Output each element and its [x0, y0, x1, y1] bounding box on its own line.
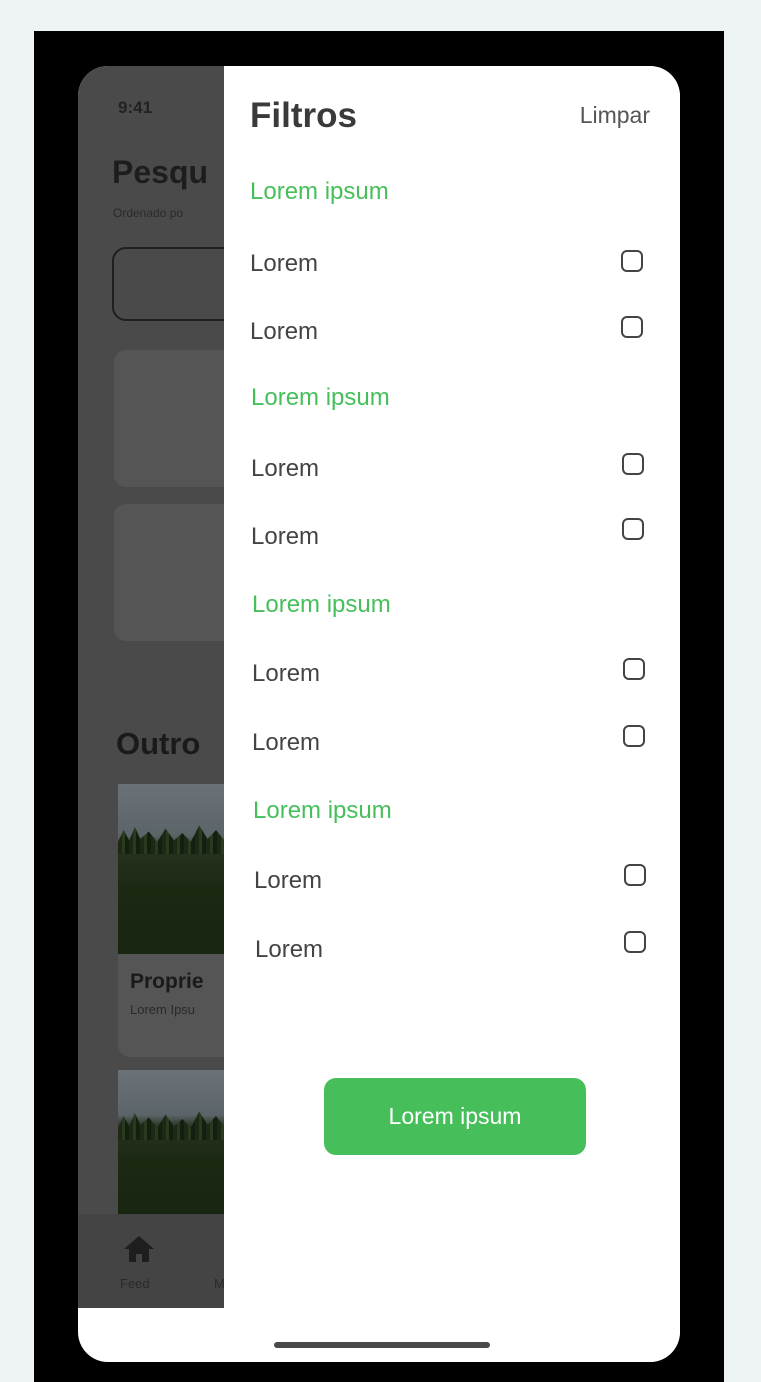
filter-checkbox[interactable]: [622, 518, 644, 540]
filter-option-label: Lorem: [254, 867, 323, 894]
filter-checkbox[interactable]: [622, 453, 644, 475]
section-title: Outro: [116, 726, 201, 761]
background-app-overlay[interactable]: 9:41 Pesqu Ordenado po Outro Proprie Lor…: [78, 66, 238, 1308]
property-subtitle: Lorem Ipsu: [130, 1002, 196, 1017]
property-photo[interactable]: [118, 1070, 238, 1220]
filter-checkbox[interactable]: [624, 864, 646, 886]
filter-group-heading: Lorem ipsum: [251, 384, 390, 411]
sort-subtitle: Ordenado po: [113, 206, 184, 220]
page-title: Pesqu: [112, 154, 209, 190]
filter-option-label: Lorem: [251, 523, 320, 550]
filter-option-label: Lorem: [252, 729, 321, 756]
filter-option-label: Lorem: [252, 660, 321, 687]
status-time: 9:41: [118, 98, 153, 117]
featured-card[interactable]: [114, 504, 238, 641]
panel-title: Filtros: [250, 96, 357, 135]
apply-filters-button[interactable]: Lorem ipsum: [324, 1078, 586, 1155]
tab-bar: [78, 1214, 238, 1308]
filter-option-label: Lorem: [250, 250, 319, 277]
filter-group-heading: Lorem ipsum: [253, 797, 392, 824]
phone-screen: 9:41 Pesqu Ordenado po Outro Proprie Lor…: [78, 66, 680, 1362]
property-photo[interactable]: [118, 784, 238, 956]
filter-option-label: Lorem: [255, 936, 324, 963]
property-title: Proprie: [130, 970, 204, 993]
tab-feed-label[interactable]: Feed: [120, 1276, 150, 1291]
filter-group-heading: Lorem ipsum: [250, 178, 389, 205]
filter-checkbox[interactable]: [623, 725, 645, 747]
filters-panel: Filtros Limpar Lorem ipsum Lorem Lorem L…: [224, 66, 680, 1362]
home-icon[interactable]: [122, 1234, 156, 1264]
filter-checkbox[interactable]: [621, 250, 643, 272]
filter-group-heading: Lorem ipsum: [252, 591, 391, 618]
featured-card[interactable]: [114, 350, 238, 487]
filter-option-label: Lorem: [251, 455, 320, 482]
filter-checkbox[interactable]: [623, 658, 645, 680]
clear-button[interactable]: Limpar: [580, 102, 650, 129]
filter-checkbox[interactable]: [624, 931, 646, 953]
filter-checkbox[interactable]: [621, 316, 643, 338]
filter-option-label: Lorem: [250, 318, 319, 345]
home-indicator: [274, 1342, 490, 1348]
search-input[interactable]: [112, 247, 238, 321]
